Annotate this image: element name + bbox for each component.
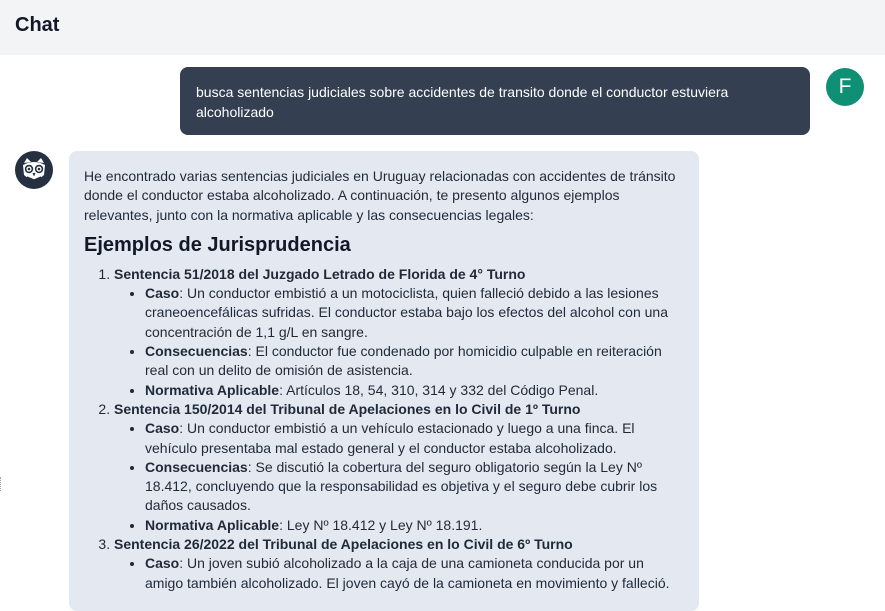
- detail-item: Caso: Un conductor embistió a un motocic…: [145, 284, 684, 342]
- assistant-avatar: [15, 151, 53, 189]
- detail-item: Normativa Aplicable: Artículos 18, 54, 3…: [145, 381, 684, 400]
- detail-item: Consecuencias: El conductor fue condenad…: [145, 342, 684, 381]
- assistant-intro: He encontrado varias sentencias judicial…: [84, 168, 676, 223]
- case-details: Caso: Un conductor embistió a un motocic…: [114, 284, 684, 400]
- detail-label: Caso: [145, 555, 180, 572]
- detail-item: Normativa Aplicable: Ley Nº 18.412 y Ley…: [145, 516, 684, 535]
- case-list: Sentencia 51/2018 del Juzgado Letrado de…: [84, 265, 684, 593]
- detail-text: : Artículos 18, 54, 310, 314 y 332 del C…: [279, 381, 599, 398]
- detail-label: Consecuencias: [145, 458, 248, 475]
- panel-resize-handle[interactable]: [0, 477, 4, 491]
- chat-header: Chat: [0, 0, 885, 55]
- case-title: Sentencia 150/2014 del Tribunal de Apela…: [114, 400, 581, 417]
- detail-label: Caso: [145, 285, 180, 302]
- case-title: Sentencia 26/2022 del Tribunal de Apelac…: [114, 536, 573, 553]
- case-item: Sentencia 26/2022 del Tribunal de Apelac…: [114, 535, 684, 593]
- user-message-bubble: busca sentencias judiciales sobre accide…: [180, 67, 810, 135]
- detail-label: Normativa Aplicable: [145, 381, 280, 398]
- detail-label: Consecuencias: [145, 343, 248, 360]
- case-item: Sentencia 51/2018 del Juzgado Letrado de…: [114, 265, 684, 400]
- detail-item: Caso: Un joven subió alcoholizado a la c…: [145, 554, 684, 593]
- owl-icon: [23, 158, 45, 181]
- assistant-message-bubble: He encontrado varias sentencias judicial…: [69, 151, 699, 611]
- detail-text: : Un joven subió alcoholizado a la caja …: [145, 555, 670, 591]
- detail-label: Caso: [145, 420, 180, 437]
- page-title: Chat: [15, 14, 60, 36]
- case-title: Sentencia 51/2018 del Juzgado Letrado de…: [114, 265, 526, 282]
- detail-item: Consecuencias: Se discutió la cobertura …: [145, 458, 684, 516]
- detail-text: : Un conductor embistió a un motociclist…: [145, 285, 668, 340]
- case-details: Caso: Un conductor embistió a un vehícul…: [114, 419, 684, 535]
- case-item: Sentencia 150/2014 del Tribunal de Apela…: [114, 400, 684, 535]
- detail-text: : Un conductor embistió a un vehículo es…: [145, 420, 635, 456]
- detail-label: Normativa Aplicable: [145, 516, 280, 533]
- detail-text: : Ley Nº 18.412 y Ley Nº 18.191.: [279, 516, 483, 533]
- detail-item: Caso: Un conductor embistió a un vehícul…: [145, 419, 684, 458]
- user-avatar[interactable]: F: [826, 68, 864, 106]
- section-heading: Ejemplos de Jurisprudencia: [84, 233, 351, 256]
- user-message-text: busca sentencias judiciales sobre accide…: [196, 84, 729, 120]
- case-details: Caso: Un joven subió alcoholizado a la c…: [114, 554, 684, 593]
